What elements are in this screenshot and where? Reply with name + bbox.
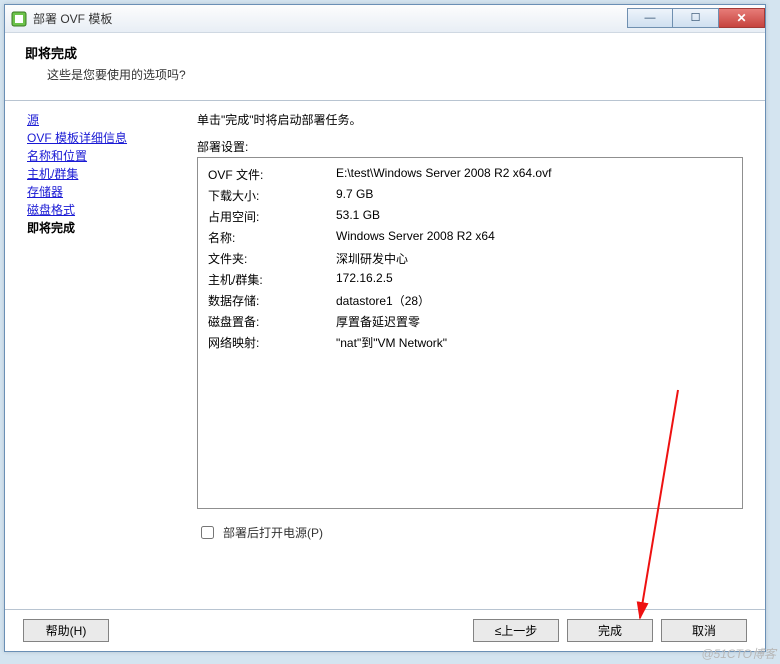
setting-key: 名称: [208, 227, 336, 248]
minimize-button[interactable]: — [627, 8, 673, 28]
app-icon [11, 11, 27, 27]
help-button[interactable]: 帮助(H) [23, 619, 109, 642]
setting-value: 9.7 GB [336, 185, 551, 206]
wizard-header: 即将完成 这些是您要使用的选项吗? [5, 33, 765, 101]
page-subtitle: 这些是您要使用的选项吗? [25, 66, 745, 83]
wizard-body: 源 OVF 模板详细信息 名称和位置 主机/群集 存储器 磁盘格式 即将完成 单… [5, 101, 765, 609]
settings-table: OVF 文件:E:\test\Windows Server 2008 R2 x6… [208, 164, 551, 353]
power-on-label: 部署后打开电源(P) [223, 524, 323, 541]
settings-summary-box: OVF 文件:E:\test\Windows Server 2008 R2 x6… [197, 157, 743, 509]
sidebar-item-name-location[interactable]: 名称和位置 [27, 147, 174, 165]
table-row: OVF 文件:E:\test\Windows Server 2008 R2 x6… [208, 164, 551, 185]
sidebar-item-source[interactable]: 源 [27, 111, 174, 129]
window-controls: — ☐ ✕ [627, 9, 765, 29]
setting-key: 网络映射: [208, 332, 336, 353]
close-button[interactable]: ✕ [719, 8, 765, 28]
setting-value: Windows Server 2008 R2 x64 [336, 227, 551, 248]
setting-value: datastore1（28） [336, 290, 551, 311]
setting-value: 53.1 GB [336, 206, 551, 227]
table-row: 磁盘置备:厚置备延迟置零 [208, 311, 551, 332]
power-on-checkbox[interactable] [201, 526, 214, 539]
finish-button[interactable]: 完成 [567, 619, 653, 642]
setting-key: 数据存储: [208, 290, 336, 311]
table-row: 占用空间:53.1 GB [208, 206, 551, 227]
maximize-button[interactable]: ☐ [673, 8, 719, 28]
main-description: 单击"完成"时将启动部署任务。 [197, 111, 743, 128]
sidebar-item-ovf-details[interactable]: OVF 模板详细信息 [27, 129, 174, 147]
table-row: 下载大小:9.7 GB [208, 185, 551, 206]
settings-label: 部署设置: [197, 138, 743, 155]
titlebar: 部署 OVF 模板 — ☐ ✕ [5, 5, 765, 33]
sidebar-item-host-cluster[interactable]: 主机/群集 [27, 165, 174, 183]
setting-value: 深圳研发中心 [336, 248, 551, 269]
wizard-main: 单击"完成"时将启动部署任务。 部署设置: OVF 文件:E:\test\Win… [181, 101, 765, 609]
sidebar-item-disk-format[interactable]: 磁盘格式 [27, 201, 174, 219]
setting-value: "nat"到"VM Network" [336, 332, 551, 353]
table-row: 网络映射:"nat"到"VM Network" [208, 332, 551, 353]
setting-key: 主机/群集: [208, 269, 336, 290]
setting-key: 磁盘置备: [208, 311, 336, 332]
table-row: 名称:Windows Server 2008 R2 x64 [208, 227, 551, 248]
setting-value: E:\test\Windows Server 2008 R2 x64.ovf [336, 164, 551, 185]
table-row: 数据存储:datastore1（28） [208, 290, 551, 311]
setting-value: 172.16.2.5 [336, 269, 551, 290]
window-title: 部署 OVF 模板 [33, 10, 627, 27]
sidebar-item-ready: 即将完成 [27, 219, 174, 237]
page-title: 即将完成 [25, 43, 745, 62]
table-row: 文件夹:深圳研发中心 [208, 248, 551, 269]
back-button[interactable]: ≤上一步 [473, 619, 559, 642]
setting-key: 下载大小: [208, 185, 336, 206]
wizard-steps-sidebar: 源 OVF 模板详细信息 名称和位置 主机/群集 存储器 磁盘格式 即将完成 [5, 101, 181, 609]
setting-value: 厚置备延迟置零 [336, 311, 551, 332]
cancel-button[interactable]: 取消 [661, 619, 747, 642]
power-on-row: 部署后打开电源(P) [197, 523, 743, 542]
setting-key: OVF 文件: [208, 164, 336, 185]
watermark: @51CTO博客 [701, 645, 776, 662]
table-row: 主机/群集:172.16.2.5 [208, 269, 551, 290]
wizard-footer: 帮助(H) ≤上一步 完成 取消 [5, 609, 765, 651]
sidebar-item-storage[interactable]: 存储器 [27, 183, 174, 201]
dialog-window: 部署 OVF 模板 — ☐ ✕ 即将完成 这些是您要使用的选项吗? 源 OVF … [4, 4, 766, 652]
setting-key: 文件夹: [208, 248, 336, 269]
setting-key: 占用空间: [208, 206, 336, 227]
